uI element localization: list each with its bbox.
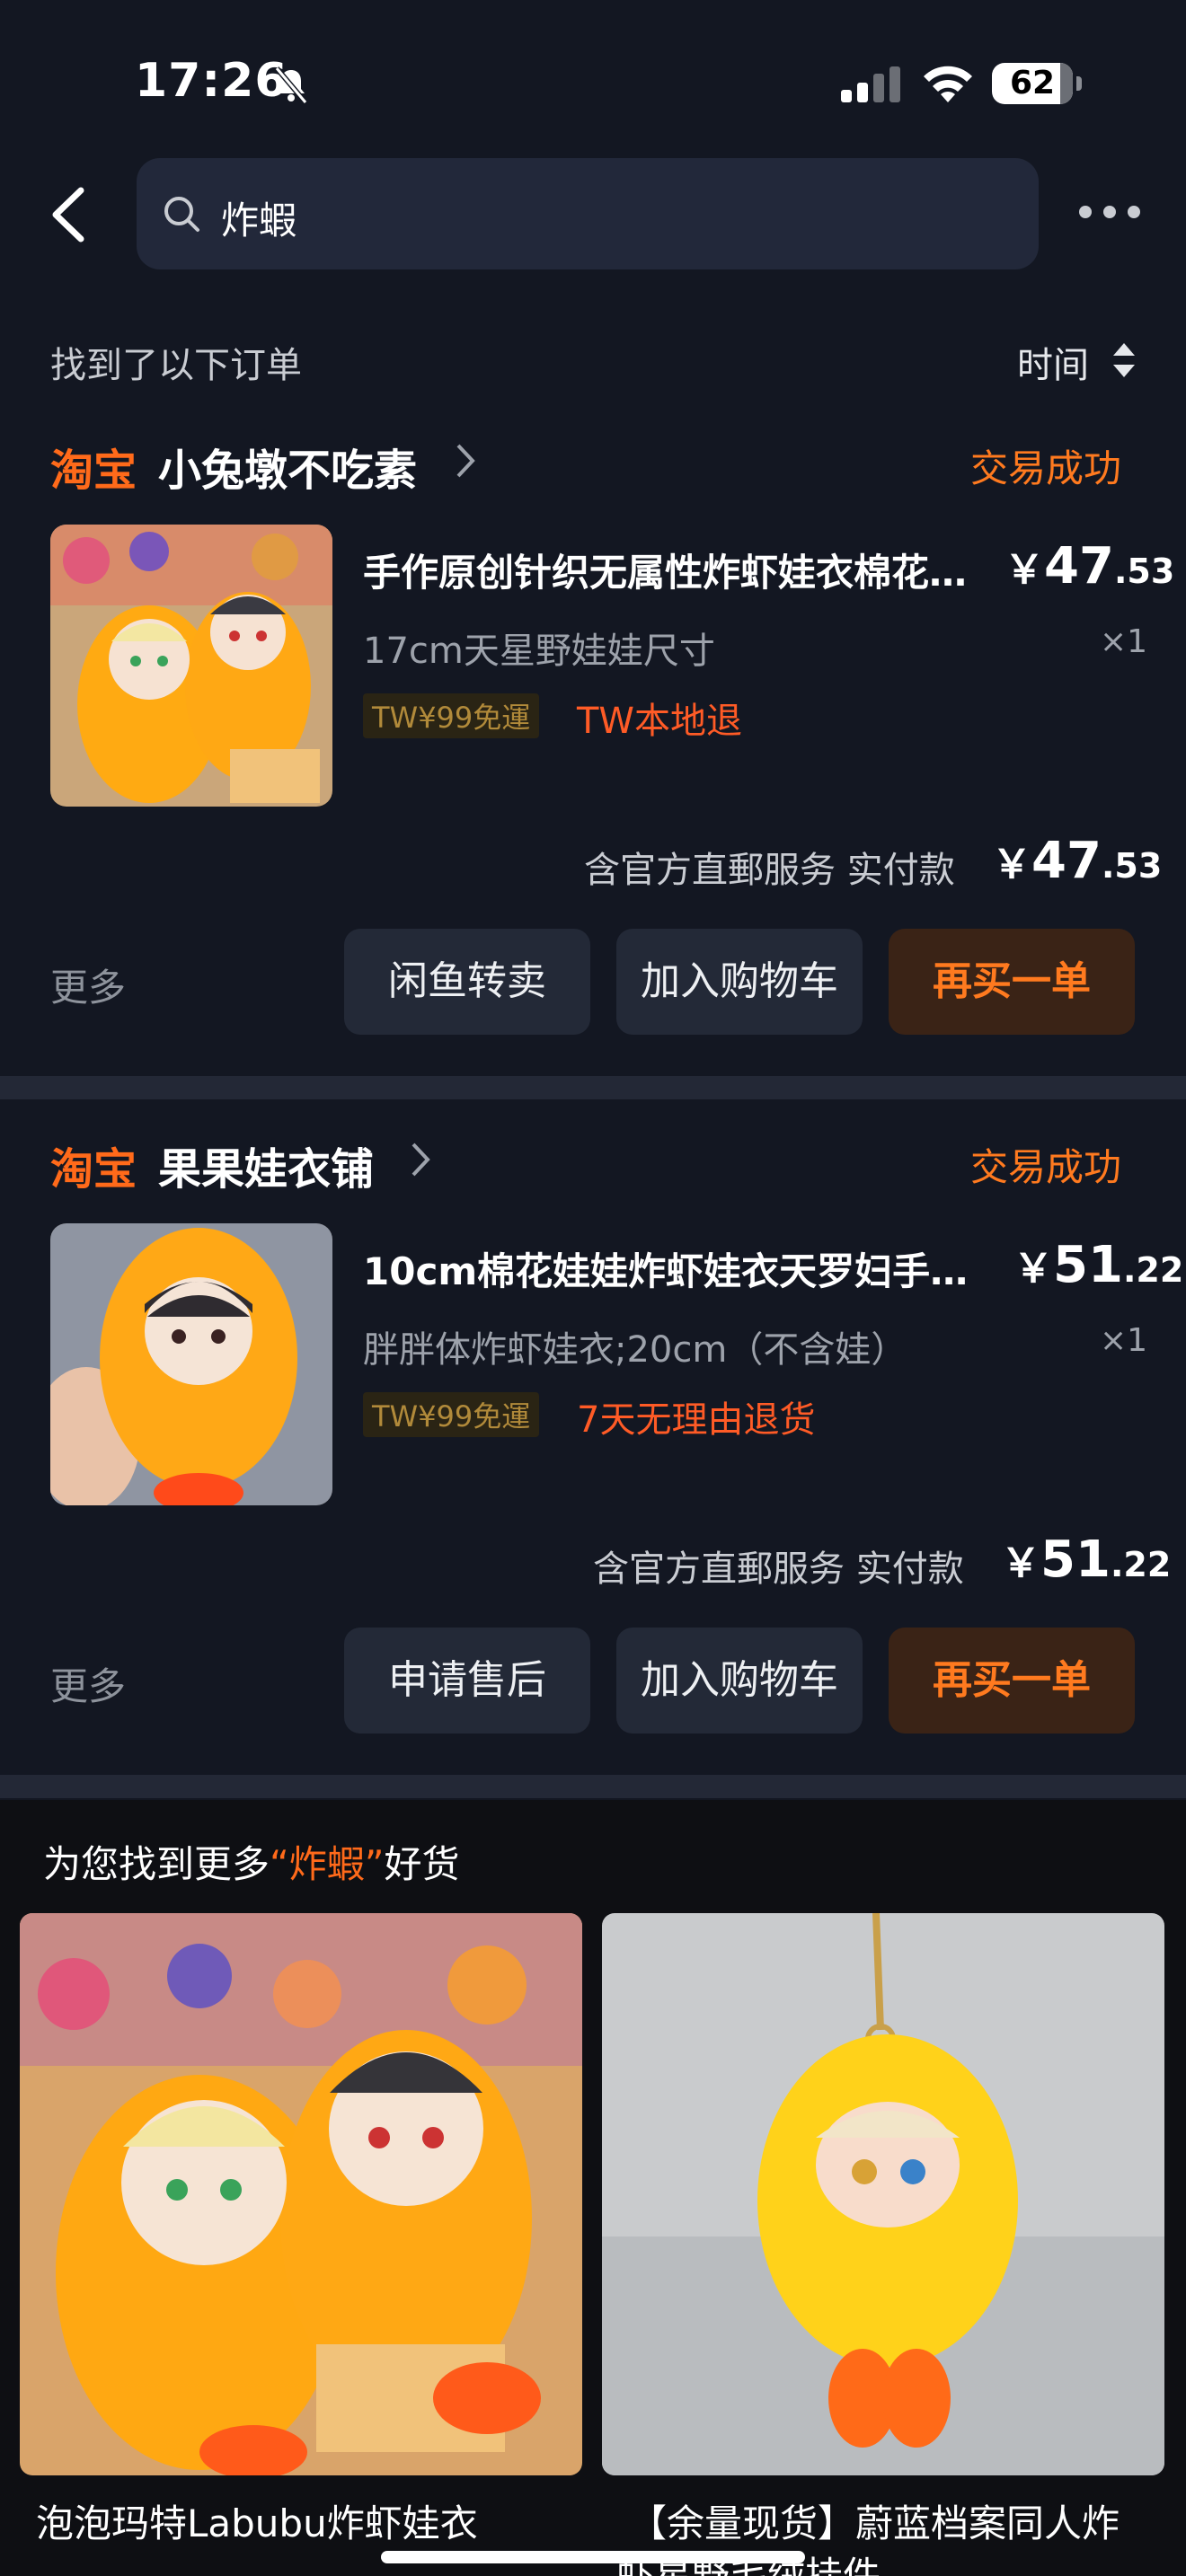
order-shop-name[interactable]: 果果娃衣铺 (158, 1134, 374, 1196)
product-spec: 胖胖体炸虾娃衣;20cm（不含娃） (363, 1329, 907, 1371)
battery-indicator: 62 (992, 63, 1082, 104)
resell-button[interactable]: 闲鱼转卖 (344, 929, 590, 1035)
product-quantity: ×1 (1100, 1322, 1148, 1359)
buy-again-button[interactable]: 再买一单 (889, 1628, 1135, 1734)
paid-amount: ￥51.22 (1001, 1531, 1172, 1589)
recommended-product-image[interactable] (20, 1913, 582, 2475)
section-divider (0, 1076, 1186, 1099)
back-arrow-icon[interactable] (47, 185, 92, 244)
product-thumbnail[interactable] (50, 1223, 332, 1505)
results-label: 找到了以下订单 (50, 345, 302, 386)
product-title[interactable]: 手作原创针织无属性炸虾娃衣棉花娃娃衣服 (363, 543, 983, 597)
status-time: 17:26 (135, 54, 288, 108)
more-actions-link[interactable]: 更多 (50, 1656, 126, 1711)
product-quantity: ×1 (1100, 623, 1148, 660)
bell-off-icon (274, 66, 308, 104)
recommended-product-name[interactable]: 【余量现货】蔚蓝档案同人炸 (629, 2493, 1120, 2548)
payment-summary-label: 含官方直郵服务 实付款 (584, 850, 955, 891)
add-to-cart-button[interactable]: 加入购物车 (616, 929, 863, 1035)
home-indicator[interactable] (381, 2551, 805, 2563)
product-title[interactable]: 10cm棉花娃娃炸虾娃衣天罗妇手作原创 (363, 1241, 983, 1296)
order-shop-name[interactable]: 小兔墩不吃素 (158, 435, 417, 498)
recommendations-title: 为您找到更多“炸蝦”好货 (43, 1842, 460, 1886)
order-platform: 淘宝 (50, 1144, 137, 1195)
section-divider (0, 1775, 1186, 1798)
paid-amount: ￥47.53 (992, 832, 1163, 890)
search-icon (164, 197, 199, 232)
sort-arrows-icon[interactable] (1111, 340, 1137, 381)
wifi-icon (924, 66, 972, 102)
more-options-icon[interactable] (1078, 203, 1141, 221)
more-actions-link[interactable]: 更多 (50, 957, 126, 1012)
payment-summary-label: 含官方直郵服务 实付款 (593, 1548, 964, 1590)
recommended-product-name[interactable]: 泡泡玛特Labubu炸虾娃衣 (36, 2493, 478, 2548)
product-price: ￥51.22 (1013, 1236, 1184, 1294)
return-policy-tag: TW本地退 (577, 701, 742, 742)
shipping-tag: TW¥99免運 (363, 1392, 540, 1437)
product-spec: 17cm天星野娃娃尺寸 (363, 631, 715, 672)
order-platform: 淘宝 (50, 446, 137, 496)
order-status: 交易成功 (970, 446, 1122, 490)
battery-level: 62 (1009, 65, 1056, 101)
buy-again-button[interactable]: 再买一单 (889, 929, 1135, 1035)
search-input[interactable]: 炸蝦 (221, 190, 296, 245)
product-price: ￥47.53 (1005, 537, 1175, 595)
shipping-tag: TW¥99免運 (363, 693, 540, 738)
add-to-cart-button[interactable]: 加入购物车 (616, 1628, 863, 1734)
recommended-product-image[interactable] (602, 1913, 1164, 2475)
chevron-right-icon[interactable] (410, 1139, 433, 1180)
cellular-signal-icon (841, 66, 900, 102)
after-sales-button[interactable]: 申请售后 (344, 1628, 590, 1734)
order-status: 交易成功 (970, 1145, 1122, 1189)
product-thumbnail[interactable] (50, 525, 332, 807)
chevron-right-icon[interactable] (455, 440, 478, 481)
return-policy-tag: 7天无理由退货 (577, 1399, 816, 1441)
sort-by-time[interactable]: 时间 (1017, 336, 1089, 388)
